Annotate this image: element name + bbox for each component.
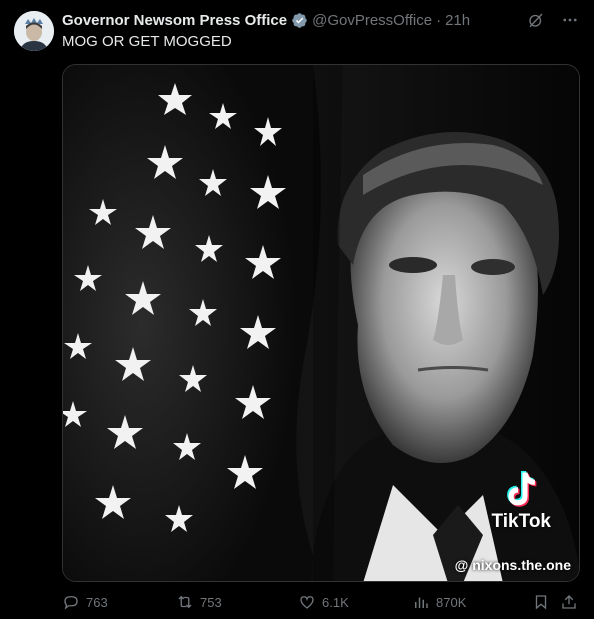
views-count: 870K: [436, 594, 467, 610]
views-icon: [415, 597, 428, 608]
share-button[interactable]: [560, 593, 578, 611]
reply-button[interactable]: 763: [62, 593, 108, 611]
tiktok-watermark: TikTok: [492, 471, 551, 533]
grok-icon[interactable]: [526, 10, 546, 30]
tiktok-icon: [503, 471, 539, 509]
tiktok-username: @ nixons.the.one: [454, 557, 571, 573]
more-icon[interactable]: [560, 10, 580, 30]
author-name[interactable]: Governor Newsom Press Office: [62, 12, 287, 29]
bookmark-icon: [535, 595, 547, 610]
like-count: 6.1K: [322, 594, 349, 610]
tiktok-label: TikTok: [491, 511, 551, 532]
repost-count: 753: [200, 594, 222, 610]
timestamp[interactable]: 21h: [445, 12, 470, 29]
like-icon: [300, 596, 314, 609]
reply-icon: [64, 596, 78, 610]
tweet-header: Governor Newsom Press Office @GovPressOf…: [62, 10, 470, 30]
repost-icon: [178, 595, 192, 609]
bookmark-button[interactable]: [532, 593, 550, 611]
repost-button[interactable]: 753: [176, 593, 222, 611]
avatar[interactable]: [14, 11, 54, 51]
share-icon: [562, 595, 576, 609]
verified-badge-icon: [291, 12, 308, 29]
tweet[interactable]: Governor Newsom Press Office @GovPressOf…: [0, 0, 594, 619]
like-button[interactable]: 6.1K: [298, 593, 349, 611]
tweet-video[interactable]: TikTok @ nixons.the.one: [62, 64, 580, 582]
tweet-top-actions: [526, 10, 580, 30]
separator-dot: ·: [436, 11, 442, 29]
tweet-actions: 763 753 6.1K 870K: [62, 593, 580, 615]
views-button[interactable]: 870K: [412, 593, 466, 611]
tweet-text: MOG OR GET MOGGED: [62, 33, 232, 50]
author-handle[interactable]: @GovPressOffice: [312, 12, 432, 29]
reply-count: 763: [86, 594, 108, 610]
